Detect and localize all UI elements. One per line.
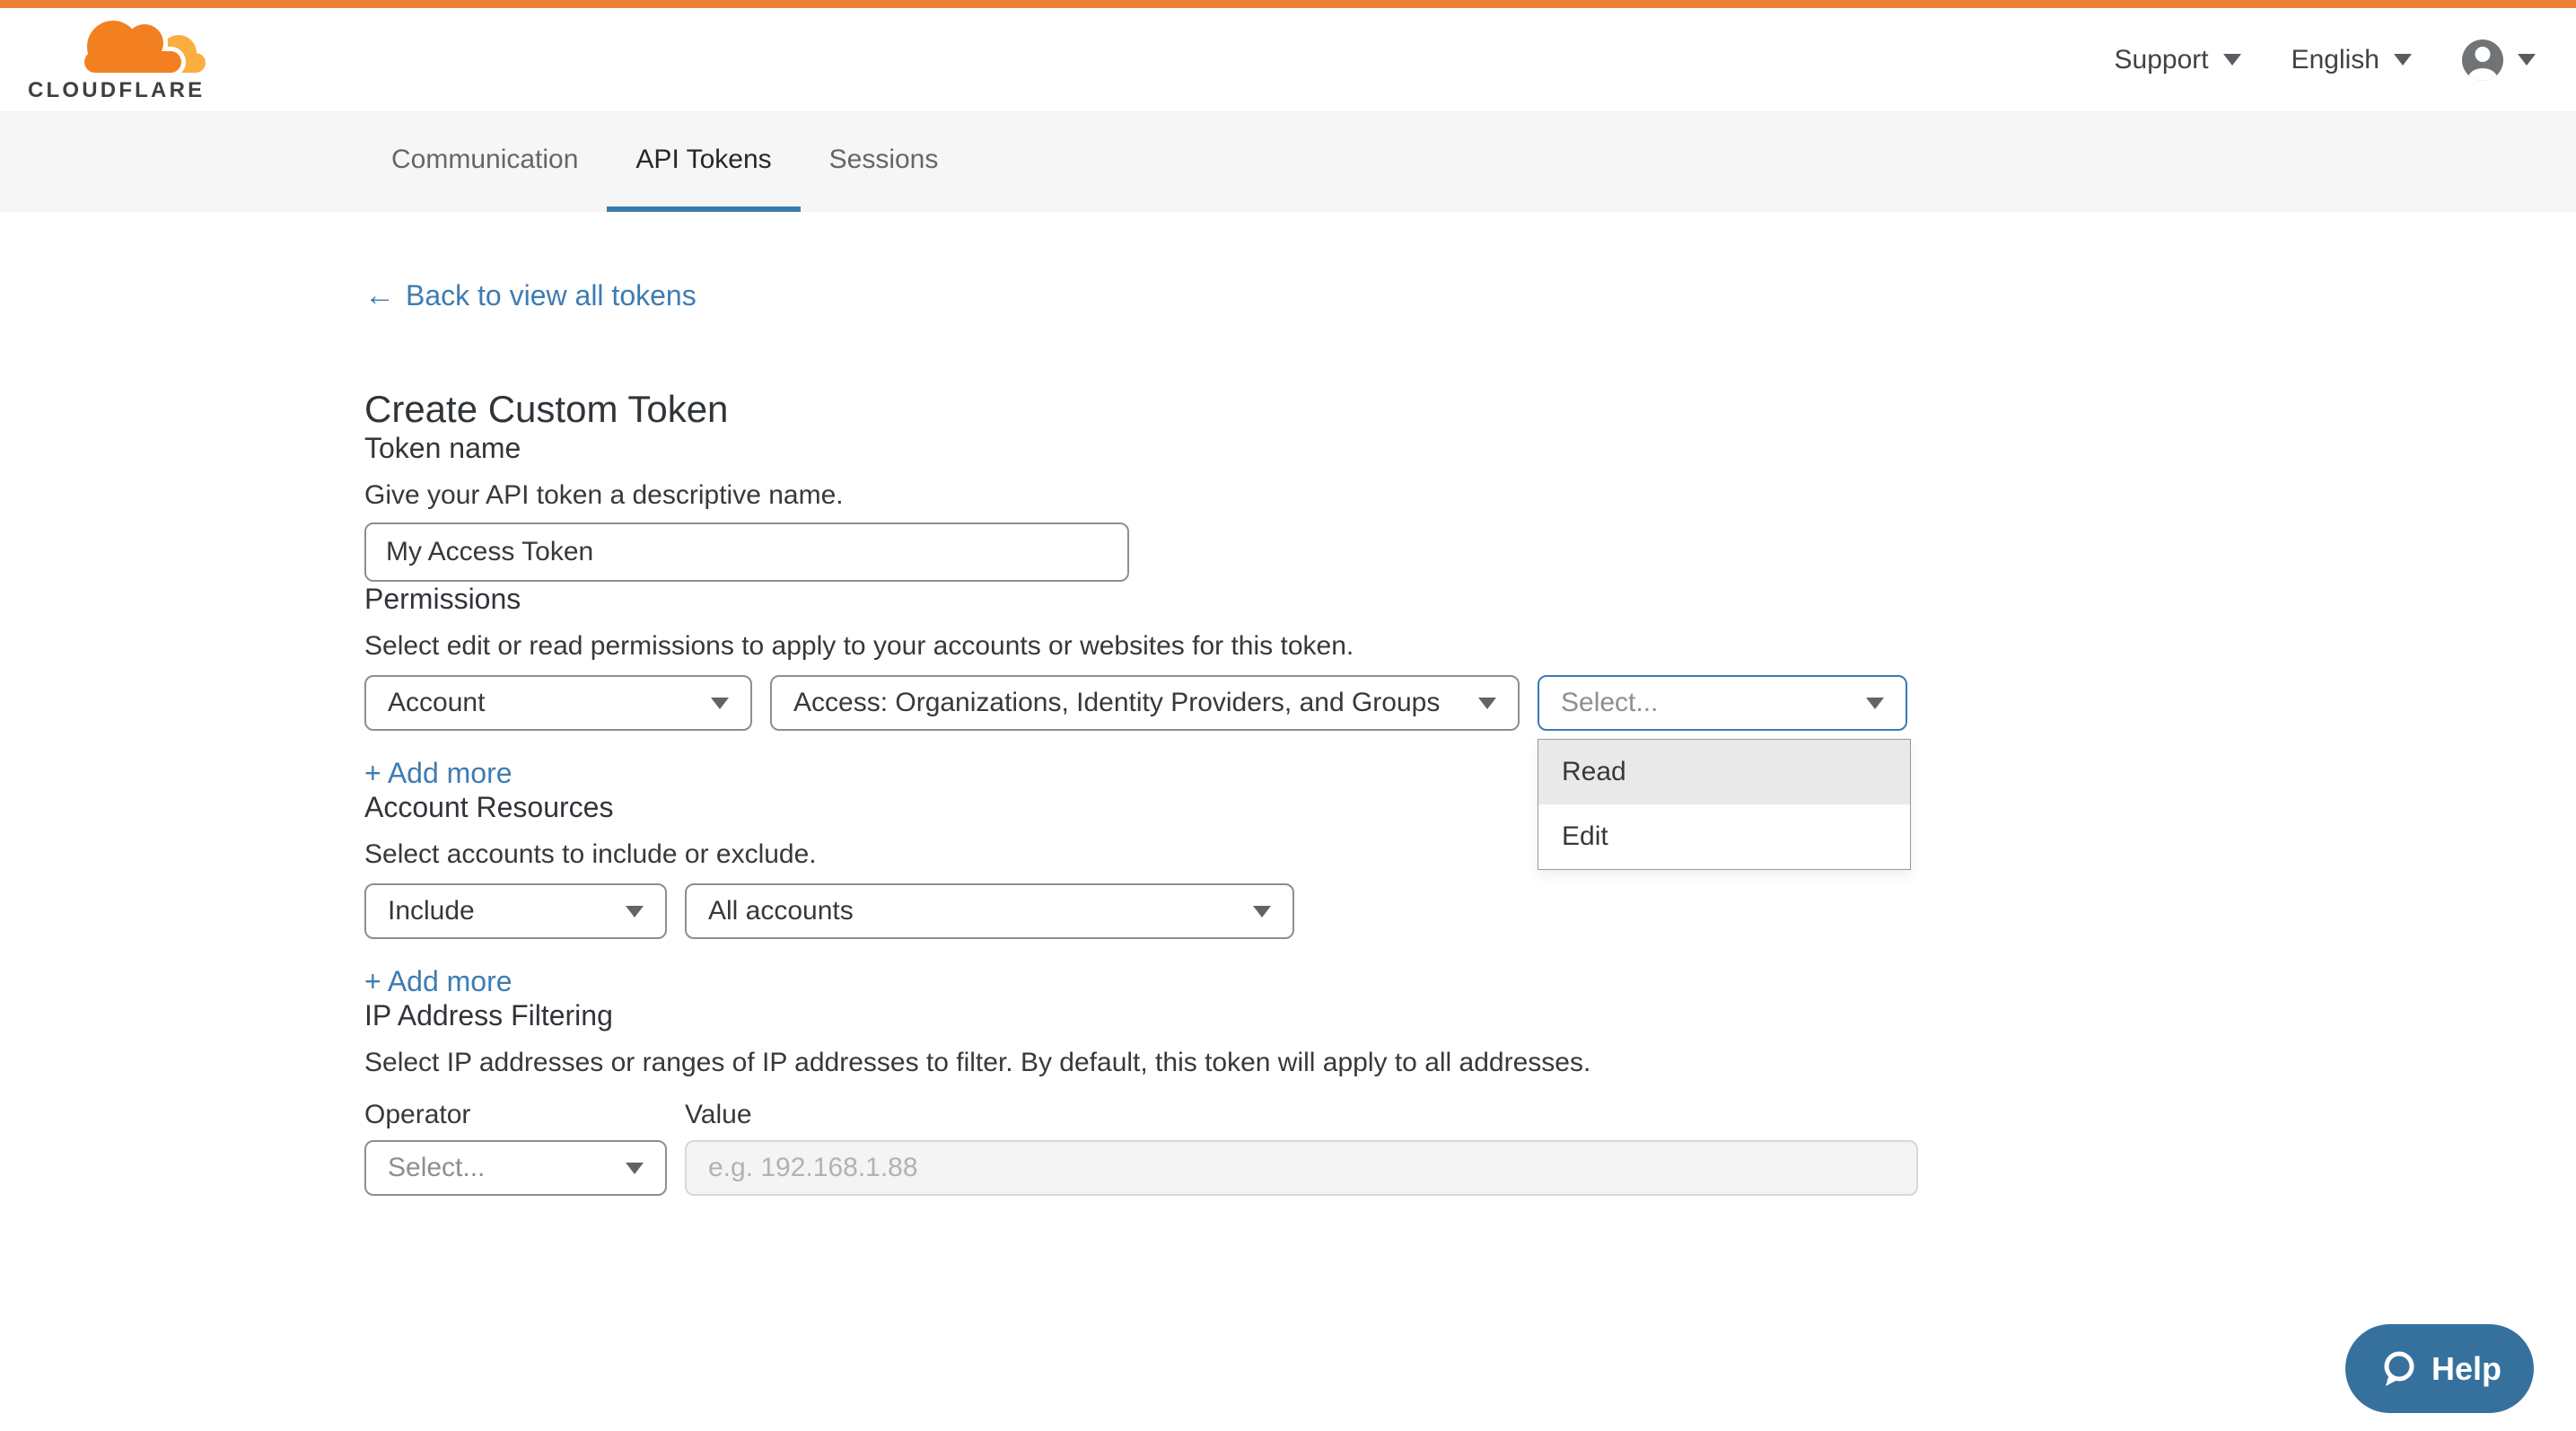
tab-label: Communication [391, 145, 578, 175]
caret-down-icon [2394, 54, 2412, 66]
permission-level-select-wrap: Select... Read Edit [1538, 675, 1907, 731]
token-name-input[interactable] [364, 522, 1129, 582]
operator-select[interactable]: Select... [364, 1140, 667, 1196]
caret-down-icon [1866, 698, 1884, 709]
caret-down-icon [1253, 906, 1271, 917]
page-title: Create Custom Token [364, 388, 2212, 431]
main-content: ← Back to view all tokens Create Custom … [0, 212, 2576, 1196]
permission-level-menu: Read Edit [1538, 739, 1911, 870]
support-menu[interactable]: Support [2115, 45, 2241, 75]
back-link-label: Back to view all tokens [406, 278, 697, 312]
token-name-description: Give your API token a descriptive name. [364, 479, 2212, 512]
account-resources-description: Select accounts to include or exclude. [364, 838, 2212, 871]
user-menu[interactable] [2462, 40, 2536, 81]
cloudflare-logo[interactable]: CLOUDFLARE [28, 17, 212, 102]
permission-level-placeholder: Select... [1561, 688, 1658, 718]
arrow-left-icon: ← [364, 278, 395, 312]
permission-resource-value: Access: Organizations, Identity Provider… [793, 688, 1440, 718]
tab-label: Sessions [829, 145, 939, 175]
app-header: CLOUDFLARE Support English [0, 8, 2576, 112]
tab-sessions[interactable]: Sessions [801, 112, 968, 212]
permission-level-select[interactable]: Select... [1538, 675, 1907, 731]
header-actions: Support English [2115, 40, 2576, 81]
permission-scope-value: Account [388, 688, 485, 718]
permissions-heading: Permissions [364, 582, 2212, 616]
tab-communication[interactable]: Communication [363, 112, 607, 212]
ip-filtering-description: Select IP addresses or ranges of IP addr… [364, 1047, 2212, 1079]
permissions-row: Account Access: Organizations, Identity … [364, 675, 2212, 731]
ip-filtering-heading: IP Address Filtering [364, 998, 2212, 1032]
caret-down-icon [2518, 54, 2536, 66]
caret-down-icon [2223, 54, 2241, 66]
permission-scope-select[interactable]: Account [364, 675, 752, 731]
account-resources-row: Include All accounts [364, 883, 2212, 939]
account-mode-select[interactable]: Include [364, 883, 667, 939]
cloudflare-cloud-icon [84, 21, 206, 73]
permission-resource-select[interactable]: Access: Organizations, Identity Provider… [770, 675, 1520, 731]
tab-label: API Tokens [635, 145, 771, 175]
ip-filtering-row: Select... [364, 1140, 2212, 1196]
tab-api-tokens[interactable]: API Tokens [607, 112, 800, 212]
caret-down-icon [711, 698, 729, 709]
caret-down-icon [1478, 698, 1496, 709]
accounts-select[interactable]: All accounts [685, 883, 1294, 939]
account-mode-value: Include [388, 896, 475, 926]
value-label: Value [685, 1099, 752, 1131]
help-button[interactable]: Help [2345, 1324, 2534, 1413]
permissions-description: Select edit or read permissions to apply… [364, 630, 2212, 663]
caret-down-icon [626, 1163, 644, 1174]
account-resources-add-more-link[interactable]: + Add more [364, 964, 513, 998]
tab-bar: Communication API Tokens Sessions [0, 112, 2576, 212]
logo-wordmark: CLOUDFLARE [28, 78, 205, 102]
language-menu[interactable]: English [2291, 45, 2412, 75]
menu-option-edit[interactable]: Edit [1538, 804, 1910, 869]
ip-value-input[interactable] [685, 1140, 1918, 1196]
language-menu-label: English [2291, 45, 2379, 75]
support-menu-label: Support [2115, 45, 2209, 75]
help-button-label: Help [2431, 1350, 2502, 1388]
brand-accent-bar [0, 0, 2576, 8]
permissions-add-more-link[interactable]: + Add more [364, 756, 513, 790]
operator-label: Operator [364, 1099, 685, 1131]
speech-bubble-icon [2378, 1348, 2419, 1390]
caret-down-icon [626, 906, 644, 917]
back-to-tokens-link[interactable]: ← Back to view all tokens [364, 278, 697, 312]
accounts-value: All accounts [708, 896, 854, 926]
account-resources-heading: Account Resources [364, 790, 2212, 824]
menu-option-read[interactable]: Read [1538, 740, 1910, 804]
person-circle-icon [2462, 40, 2503, 81]
token-name-heading: Token name [364, 431, 2212, 465]
ip-filtering-labels: Operator Value [364, 1099, 2212, 1131]
operator-placeholder: Select... [388, 1153, 485, 1183]
